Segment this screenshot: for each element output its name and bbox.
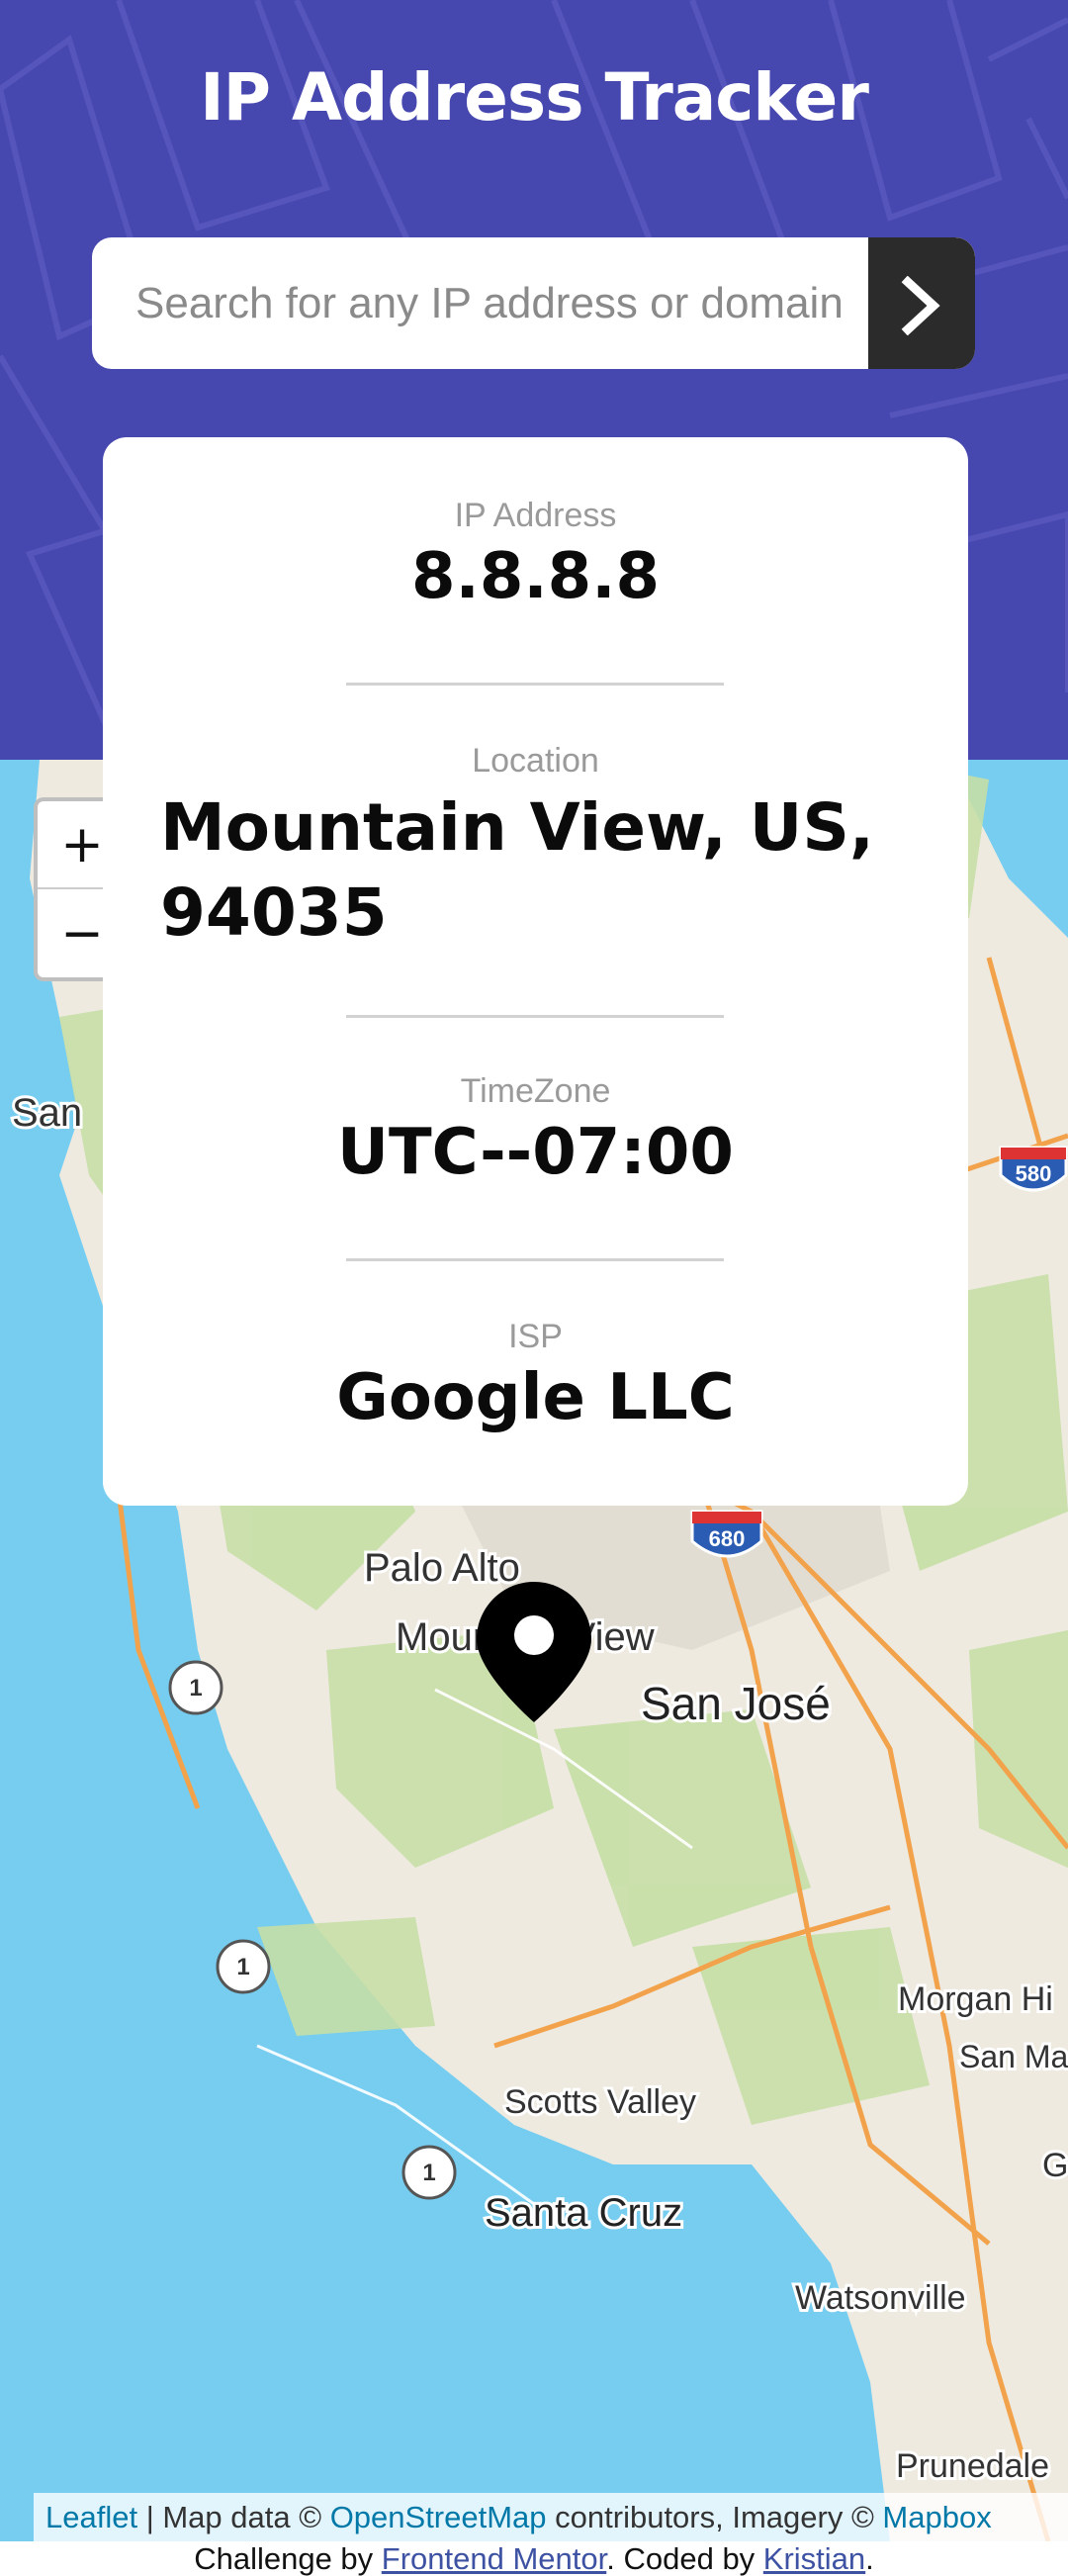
- svg-text:680: 680: [709, 1526, 746, 1551]
- label-san-ma: San Ma: [959, 2039, 1068, 2074]
- divider: [346, 1258, 724, 1261]
- ip-address-label: IP Address: [454, 497, 617, 534]
- search-bar: [92, 237, 975, 369]
- search-input[interactable]: [92, 237, 868, 369]
- label-san-jose: San José: [641, 1678, 831, 1729]
- footer-text: .: [865, 2541, 874, 2576]
- footer-text: Challenge by: [194, 2541, 382, 2576]
- route-shield-580: 580: [999, 1146, 1068, 1192]
- label-watsonville: Watsonville: [795, 2279, 966, 2317]
- route-shield-680: 680: [690, 1510, 763, 1558]
- info-card: IP Address 8.8.8.8 Location Mountain Vie…: [103, 437, 968, 1506]
- label-santa-cruz: Santa Cruz: [485, 2191, 682, 2235]
- openstreetmap-link[interactable]: OpenStreetMap: [330, 2500, 547, 2534]
- svg-text:580: 580: [1016, 1161, 1052, 1186]
- footer: Challenge by Frontend Mentor. Coded by K…: [0, 2541, 1068, 2576]
- leaflet-link[interactable]: Leaflet: [45, 2500, 137, 2534]
- isp-label: ISP: [508, 1318, 563, 1355]
- label-g: G: [1042, 2147, 1068, 2184]
- chevron-right-icon: [901, 275, 940, 335]
- timezone-label: TimeZone: [460, 1072, 611, 1110]
- location-label: Location: [472, 742, 599, 780]
- label-morgan-hill: Morgan Hi: [898, 1980, 1053, 2018]
- divider: [346, 1015, 724, 1018]
- timezone-value: UTC--07:00: [337, 1116, 734, 1189]
- attribution-text: | Map data ©: [137, 2500, 330, 2534]
- mapbox-link[interactable]: Mapbox: [882, 2500, 991, 2534]
- frontend-mentor-link[interactable]: Frontend Mentor: [382, 2541, 606, 2576]
- label-scotts-valley: Scotts Valley: [504, 2083, 696, 2121]
- location-marker-icon[interactable]: [475, 1578, 593, 1726]
- page-title: IP Address Tracker: [200, 59, 869, 136]
- footer-text: . Coded by: [606, 2541, 763, 2576]
- label-prunedale: Prunedale: [896, 2447, 1049, 2485]
- author-link[interactable]: Kristian: [763, 2541, 865, 2576]
- search-button[interactable]: [868, 237, 975, 369]
- divider: [346, 683, 724, 686]
- isp-value: Google LLC: [336, 1361, 735, 1434]
- label-san: San: [12, 1091, 82, 1135]
- location-value: Mountain View, US, 94035: [160, 789, 874, 951]
- svg-text:1: 1: [422, 2160, 435, 2186]
- map-attribution: Leaflet | Map data © OpenStreetMap contr…: [34, 2493, 1068, 2541]
- svg-text:1: 1: [236, 1954, 249, 1980]
- svg-text:1: 1: [189, 1675, 202, 1702]
- attribution-text: contributors, Imagery ©: [546, 2500, 883, 2534]
- ip-address-value: 8.8.8.8: [410, 540, 661, 613]
